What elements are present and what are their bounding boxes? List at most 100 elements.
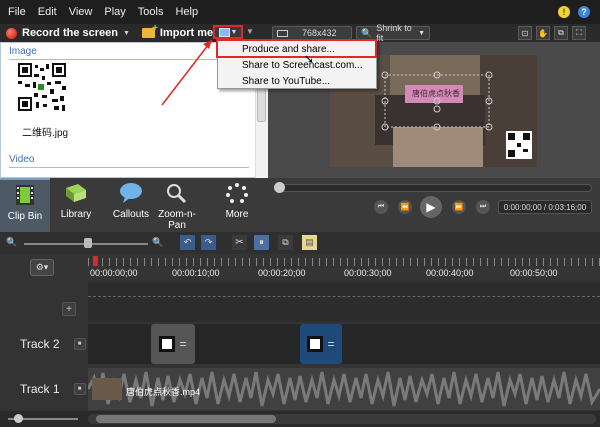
chevron-down-icon: ▼: [418, 29, 425, 37]
zoom-value: Shrink to fit: [376, 23, 412, 43]
video-clip-thumbnail: [92, 378, 122, 400]
ruler-ticks: [88, 258, 600, 266]
highlight-box: [216, 39, 377, 58]
hand-pan-icon[interactable]: ✋: [536, 26, 550, 40]
track-1-header: Track 1 ■: [0, 368, 88, 410]
track-2-header: Track 2 ■: [0, 324, 88, 364]
scrubber-thumb[interactable]: [274, 182, 285, 193]
tab-label: Clip Bin: [7, 211, 43, 222]
equals-icon: =: [179, 337, 187, 351]
add-track-icon[interactable]: +: [62, 302, 76, 316]
callout-bubble-icon: [120, 183, 142, 203]
clip-image-qr[interactable]: =: [151, 324, 195, 364]
rewind-icon[interactable]: ⏪: [398, 200, 412, 214]
ruler-tick-label: 00:00:00;00: [90, 268, 138, 278]
menu-play[interactable]: Play: [98, 6, 131, 18]
tab-zoom-n-pan[interactable]: Zoom-n- Pan: [152, 178, 202, 232]
menu-view[interactable]: View: [63, 6, 99, 18]
ruler-tick-label: 00:00:10;00: [172, 268, 220, 278]
mouse-cursor-icon: ➘: [304, 52, 315, 66]
fast-forward-icon[interactable]: ⏩: [452, 200, 466, 214]
redo-icon[interactable]: ↷: [201, 235, 216, 250]
qr-code-icon: [307, 336, 324, 352]
track-empty-area[interactable]: [88, 282, 600, 322]
screen-size-icon: [277, 29, 288, 37]
zoom-icon: 🔍: [361, 27, 373, 38]
magnifier-icon: [167, 184, 187, 204]
play-icon[interactable]: ▶: [420, 196, 442, 218]
video-sign-text: 唐伯虎点秋香: [412, 89, 460, 98]
player-controls: ⏮ ⏪ ▶ ⏩ ⏭ 0:00:00;00 / 0:03:16;00: [268, 178, 600, 232]
paste-icon[interactable]: ▤: [302, 235, 317, 250]
fullscreen-icon[interactable]: ⛶: [572, 26, 586, 40]
more-dots-icon: [226, 183, 248, 203]
tab-label: More: [225, 209, 249, 220]
tab-callouts[interactable]: Callouts: [106, 178, 156, 232]
crop-icon[interactable]: ⊡: [518, 26, 532, 40]
chevron-down-icon: ▼: [122, 29, 130, 37]
chevron-down-icon: ▼: [230, 28, 238, 36]
qr-code-icon: [159, 336, 176, 352]
video-section-header: Video: [9, 154, 35, 165]
film-icon: [16, 185, 34, 205]
ruler-tick-label: 00:00:50;00: [510, 268, 558, 278]
scrollbar-thumb[interactable]: [96, 415, 276, 423]
clip-image-qr-selected[interactable]: =: [300, 324, 342, 364]
lock-icon[interactable]: ■: [73, 383, 86, 395]
ruler-tick-label: 00:00:40;00: [426, 268, 474, 278]
horizontal-scrollbar[interactable]: [88, 414, 596, 424]
track-height-thumb[interactable]: [14, 414, 23, 423]
record-label: Record the screen: [22, 27, 118, 39]
zoom-in-icon[interactable]: 🔍: [152, 237, 163, 248]
produce-share-icon: [218, 27, 230, 37]
timeline-toolbar: 🔍 🔍 ↶ ↷ ✂ ⏸ ⧉ ▤: [0, 232, 600, 254]
timeline-tracks: + Track 2 ■ = = 唐伯虎点秋香.mp4 Track 1 ■: [0, 282, 600, 427]
annotation-arrow: [161, 39, 213, 106]
help-icon[interactable]: ?: [578, 6, 590, 18]
library-icon: [66, 184, 86, 202]
toolbar-dropdown-arrow-icon[interactable]: ▼: [246, 27, 254, 36]
tab-label: Library: [60, 209, 92, 220]
equals-icon: =: [327, 337, 335, 351]
tab-library[interactable]: Library: [51, 178, 101, 232]
track-divider: [88, 296, 600, 297]
lightbulb-icon[interactable]: !: [558, 6, 570, 18]
split-icon[interactable]: ⏸: [254, 235, 269, 250]
skip-forward-icon[interactable]: ⏭: [476, 200, 490, 214]
media-thumbnail-qr[interactable]: [14, 62, 70, 122]
dimensions-dropdown[interactable]: 768x432: [272, 26, 352, 40]
zoom-out-icon[interactable]: 🔍: [6, 237, 17, 248]
menu-file[interactable]: File: [2, 6, 32, 18]
playback-scrubber[interactable]: [274, 184, 592, 192]
tab-more[interactable]: More: [212, 178, 262, 232]
zoom-slider-thumb[interactable]: [84, 238, 92, 248]
tab-clip-bin[interactable]: Clip Bin: [0, 178, 50, 232]
media-filename: 二维码.jpg: [22, 128, 69, 139]
detach-icon[interactable]: ⧉: [554, 26, 568, 40]
skip-back-icon[interactable]: ⏮: [374, 200, 388, 214]
ruler-tick-label: 00:00:20;00: [258, 268, 306, 278]
track-label: Track 1: [20, 382, 60, 396]
time-display: 0:00:00;00 / 0:03:16;00: [498, 200, 592, 214]
undo-icon[interactable]: ↶: [180, 235, 195, 250]
zoom-dropdown[interactable]: 🔍 Shrink to fit ▼: [356, 23, 430, 43]
menu-bar: File Edit View Play Tools Help ! ?: [0, 0, 600, 24]
copy-icon[interactable]: ⧉: [278, 235, 293, 250]
menu-help[interactable]: Help: [169, 6, 204, 18]
lock-icon[interactable]: ■: [73, 338, 86, 350]
timeline-settings-gear-icon[interactable]: ⚙▾: [30, 259, 54, 276]
clip-filename: 唐伯虎点秋香.mp4: [126, 387, 201, 397]
menu-tools[interactable]: Tools: [132, 6, 170, 18]
track-label: Track 2: [20, 337, 60, 351]
cut-icon[interactable]: ✂: [232, 235, 247, 250]
ruler-tick-label: 00:00:30;00: [344, 268, 392, 278]
menu-item-share-youtube[interactable]: Share to YouTube...: [218, 74, 376, 90]
tab-label: Zoom-n- Pan: [158, 209, 196, 231]
record-screen-button[interactable]: Record the screen ▼: [0, 27, 136, 39]
divider: [9, 167, 249, 168]
playhead-marker[interactable]: [93, 256, 98, 266]
timeline-ruler[interactable]: ⚙▾ 00:00:00;00 00:00:10;00 00:00:20;00 0…: [0, 254, 600, 282]
menu-edit[interactable]: Edit: [32, 6, 63, 18]
menu-item-share-screencast[interactable]: Share to Screencast.com...: [218, 58, 376, 74]
qr-code-icon: [17, 62, 67, 112]
